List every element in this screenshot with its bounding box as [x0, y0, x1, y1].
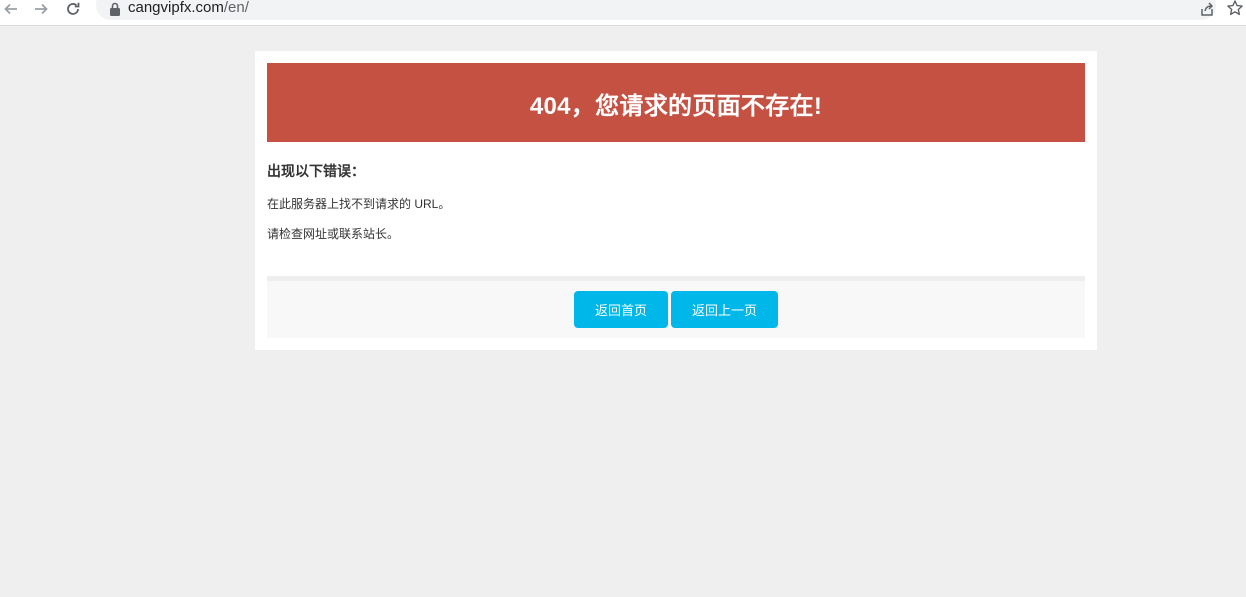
- action-bar: 返回首页 返回上一页: [267, 276, 1085, 338]
- home-button[interactable]: 返回首页: [574, 291, 668, 328]
- share-icon[interactable]: [1198, 0, 1216, 18]
- url-host: cangvipfx.com: [128, 0, 224, 16]
- back-page-button[interactable]: 返回上一页: [671, 291, 778, 328]
- error-message-2: 请检查网址或联系站长。: [267, 227, 400, 241]
- arrow-left-icon: [4, 3, 17, 15]
- url-text[interactable]: cangvipfx.com/en/: [128, 0, 249, 18]
- lock-icon[interactable]: [108, 1, 122, 17]
- error-message-1: 在此服务器上找不到请求的 URL。: [267, 197, 451, 211]
- reload-button[interactable]: [62, 0, 84, 18]
- star-icon[interactable]: [1226, 0, 1244, 17]
- page-title: 404，您请求的页面不存在!: [529, 93, 823, 120]
- reload-icon: [67, 2, 80, 15]
- error-heading: 出现以下错误：: [267, 163, 365, 179]
- arrow-right-icon: [35, 3, 48, 15]
- url-path: /en/: [223, 0, 249, 16]
- address-bar[interactable]: [96, 0, 1216, 20]
- error-card: 404，您请求的页面不存在! 出现以下错误： 在此服务器上找不到请求的 URL。…: [255, 51, 1097, 350]
- forward-button[interactable]: [30, 0, 52, 18]
- browser-toolbar: cangvipfx.com/en/: [0, 0, 1246, 26]
- back-button[interactable]: [0, 0, 22, 18]
- error-banner: 404，您请求的页面不存在!: [267, 63, 1085, 142]
